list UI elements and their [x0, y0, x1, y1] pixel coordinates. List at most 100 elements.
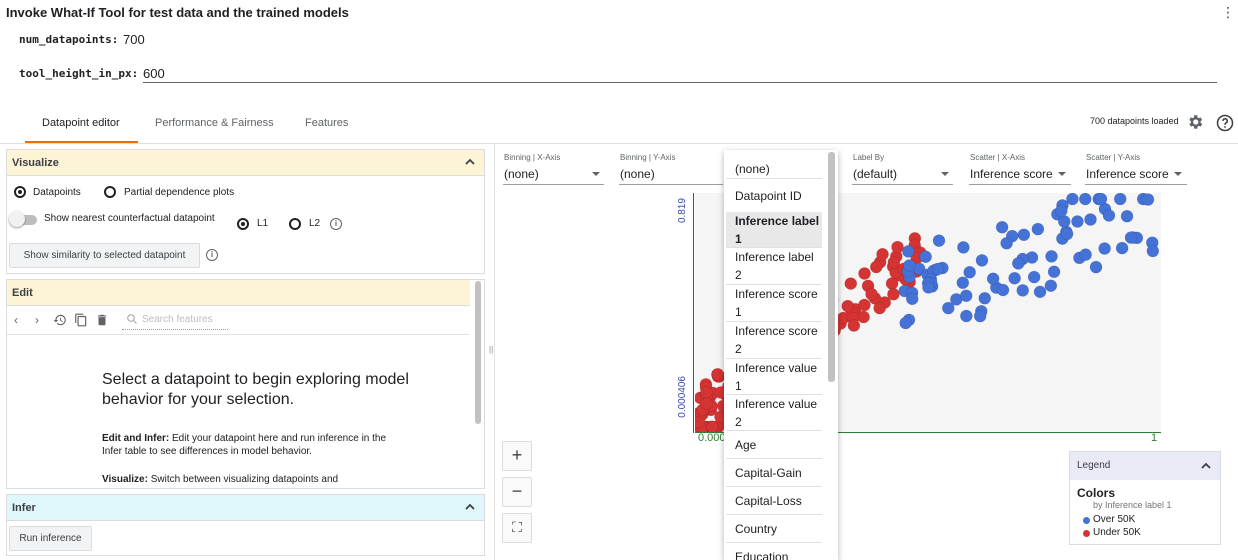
- datapoint-over[interactable]: [975, 254, 989, 267]
- dropdown-item-inference-score-1[interactable]: Inference score 1: [726, 285, 822, 322]
- datapoint-over[interactable]: [1079, 248, 1092, 261]
- datapoint-over[interactable]: [941, 301, 955, 315]
- dropdown-item-country[interactable]: Country: [726, 515, 822, 543]
- datapoint-over[interactable]: [960, 309, 973, 323]
- gear-icon[interactable]: [1186, 113, 1204, 131]
- datapoint-over[interactable]: [995, 220, 1009, 234]
- binning-y-value[interactable]: (none): [620, 167, 655, 181]
- chevron-right-icon[interactable]: ›: [35, 313, 39, 327]
- radio-l2[interactable]: [289, 218, 301, 230]
- datapoint-over[interactable]: [996, 283, 1010, 297]
- datapoint-over[interactable]: [1146, 244, 1160, 258]
- chevron-left-icon[interactable]: ‹: [14, 313, 18, 327]
- datapoint-over[interactable]: [1008, 271, 1021, 285]
- datapoint-over[interactable]: [1017, 228, 1031, 242]
- datapoint-over[interactable]: [1094, 193, 1108, 206]
- datapoint-under[interactable]: [885, 277, 899, 290]
- datapoint-over[interactable]: [1120, 209, 1134, 223]
- chevron-up-icon[interactable]: [464, 156, 476, 168]
- copy-icon[interactable]: [74, 313, 88, 327]
- datapoint-over[interactable]: [1011, 257, 1025, 270]
- datapoint-over[interactable]: [1060, 227, 1074, 241]
- datapoint-under[interactable]: [847, 319, 861, 332]
- splitter-handle[interactable]: ||: [489, 345, 493, 354]
- scatter-y-caret[interactable]: [1174, 172, 1182, 176]
- datapoint-under[interactable]: [873, 301, 886, 315]
- datapoint-over[interactable]: [1044, 279, 1058, 292]
- infer-panel-header[interactable]: Infer: [7, 495, 484, 521]
- datapoint-over[interactable]: [1031, 222, 1045, 236]
- datapoint-over[interactable]: [956, 276, 970, 290]
- search-features-input[interactable]: Search features: [142, 314, 213, 325]
- fit-to-screen-button[interactable]: ⛶: [502, 513, 532, 543]
- visualize-panel-header[interactable]: Visualize: [7, 150, 484, 176]
- datapoint-over[interactable]: [1033, 285, 1047, 299]
- edit-scrollbar[interactable]: [475, 281, 481, 424]
- datapoint-over[interactable]: [1054, 204, 1068, 218]
- datapoint-over[interactable]: [1066, 193, 1079, 206]
- datapoint-over[interactable]: [902, 245, 915, 258]
- datapoint-over[interactable]: [1057, 215, 1071, 228]
- binning-x-caret[interactable]: [592, 172, 600, 176]
- label-by-caret[interactable]: [941, 172, 949, 176]
- datapoint-under[interactable]: [876, 247, 889, 261]
- show-similarity-button[interactable]: Show similarity to selected datapoint: [9, 243, 200, 268]
- datapoint-over[interactable]: [1098, 242, 1111, 255]
- tab-features[interactable]: Features: [305, 117, 348, 129]
- datapoint-over[interactable]: [957, 241, 970, 254]
- binning-x-value[interactable]: (none): [504, 167, 539, 181]
- radio-partial-dependence[interactable]: [104, 186, 116, 198]
- more-vert-icon[interactable]: ⋮: [1221, 4, 1235, 20]
- datapoint-under[interactable]: [869, 260, 883, 274]
- similarity-info-icon[interactable]: i: [206, 249, 218, 261]
- tab-datapoint-editor[interactable]: Datapoint editor: [42, 117, 120, 129]
- datapoint-over[interactable]: [973, 309, 987, 323]
- datapoint-under[interactable]: [865, 287, 878, 301]
- chevron-up-icon[interactable]: [464, 501, 476, 513]
- datapoint-under[interactable]: [857, 310, 870, 324]
- chevron-up-icon[interactable]: [1200, 460, 1212, 472]
- datapoint-under[interactable]: [706, 420, 719, 433]
- radio-l1[interactable]: [237, 218, 249, 230]
- dropdown-item-inference-label-2[interactable]: Inference label 2: [726, 248, 822, 285]
- scatter-x-caret[interactable]: [1058, 172, 1066, 176]
- dropdown-item-capital-loss[interactable]: Capital-Loss: [726, 487, 822, 515]
- datapoint-over[interactable]: [1089, 260, 1103, 274]
- dropdown-item-capital-gain[interactable]: Capital-Gain: [726, 459, 822, 487]
- datapoint-over[interactable]: [932, 234, 946, 247]
- datapoint-over[interactable]: [903, 259, 916, 272]
- datapoint-over[interactable]: [963, 265, 976, 279]
- datapoint-over[interactable]: [1115, 241, 1129, 255]
- run-inference-button[interactable]: Run inference: [9, 526, 92, 551]
- datapoint-under[interactable]: [887, 287, 900, 301]
- datapoint-over[interactable]: [1071, 215, 1084, 228]
- datapoint-over[interactable]: [905, 292, 919, 306]
- datapoint-over[interactable]: [1084, 213, 1097, 226]
- datapoint-over[interactable]: [1141, 193, 1155, 206]
- dropdown-item-age[interactable]: Age: [726, 431, 822, 459]
- scatter-x-value[interactable]: Inference score: [970, 167, 1053, 181]
- tab-performance-fairness[interactable]: Performance & Fairness: [155, 117, 274, 129]
- datapoint-under[interactable]: [858, 298, 871, 312]
- legend-header[interactable]: Legend: [1070, 452, 1220, 480]
- dropdown-item-inference-score-2[interactable]: Inference score 2: [726, 322, 822, 359]
- label-by-value[interactable]: (default): [853, 167, 897, 181]
- datapoint-under[interactable]: [891, 240, 904, 254]
- delete-icon[interactable]: [95, 313, 109, 327]
- datapoint-over[interactable]: [1027, 270, 1041, 284]
- info-icon[interactable]: i: [330, 218, 342, 230]
- datapoint-under[interactable]: [841, 299, 855, 313]
- zoom-out-button[interactable]: −: [502, 477, 532, 507]
- param-value-num-datapoints[interactable]: 700: [123, 32, 145, 47]
- datapoint-under[interactable]: [887, 256, 901, 269]
- zoom-in-button[interactable]: +: [502, 441, 532, 471]
- datapoint-over[interactable]: [1047, 265, 1061, 279]
- toggle-knob[interactable]: [9, 211, 25, 227]
- datapoint-under[interactable]: [844, 277, 858, 290]
- datapoint-over[interactable]: [899, 316, 912, 330]
- datapoint-over[interactable]: [986, 272, 1000, 286]
- history-icon[interactable]: [53, 313, 67, 327]
- dropdown-item-inference-value-1[interactable]: Inference value 1: [726, 359, 822, 395]
- datapoint-under[interactable]: [711, 368, 725, 381]
- datapoint-over[interactable]: [959, 289, 973, 303]
